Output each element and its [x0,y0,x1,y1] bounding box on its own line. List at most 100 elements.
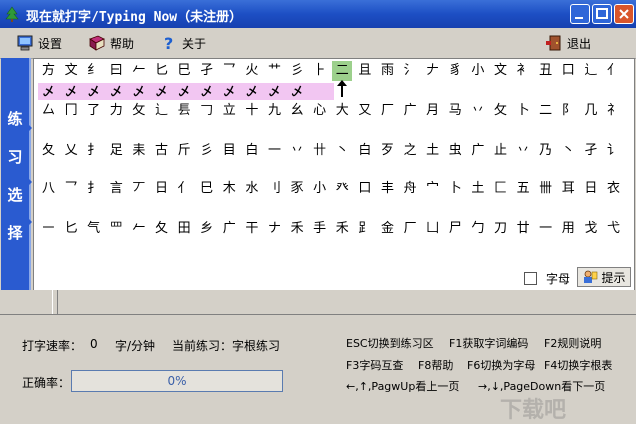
speed-label: 打字速率： [22,339,83,353]
grid-char: 扌 [87,181,101,196]
typed-mark: 乄 [269,85,280,98]
help-f3: F3字码互查 [346,359,404,372]
minimize-button[interactable] [570,4,590,24]
toolbar: 设置 帮助 ? 关于 退出 [0,28,636,59]
grid-char: 匕 [64,221,78,236]
grid-char: 金 [380,221,394,236]
grid-char: 耒 [132,143,146,158]
grid-char: 卜 [516,103,530,118]
grid-char: 匕 [154,63,168,78]
grid-char: 月 [426,103,440,118]
grid-char: 日 [584,181,598,196]
grid-char: 广 [222,221,236,236]
practice-select-sidebar[interactable]: 练 习 选 择 [1,58,32,290]
speed-unit: 字/分钟 [115,339,156,353]
grid-char: 八 [41,181,55,196]
grid-char: 土 [426,143,440,158]
grid-char: 一 [539,221,553,236]
grid-char: 舟 [403,181,417,196]
grid-char: 癶 [335,181,349,196]
grid-char: 白 [245,143,259,158]
grid-char: 乃 [539,143,553,158]
window-title: 现在就打字/Typing Now（未注册） [26,10,243,25]
grid-char: 之 [403,143,417,158]
grid-char: 足 [109,143,123,158]
letters-checkbox[interactable] [524,272,537,285]
grid-char: 厶 [41,103,55,118]
grid-char: 力 [109,103,123,118]
grid-char: 广 [403,103,417,118]
grid-char: 巳 [200,181,214,196]
typed-mark: 乄 [133,85,145,98]
grid-char: 乛 [64,181,78,196]
grid-char: 马 [448,103,462,118]
grid-char: 攵 [493,103,507,118]
grid-char: 口 [561,63,575,78]
grid-char: 讠 [606,143,620,158]
grid-char: 勹 [471,221,485,236]
help-button[interactable]: 帮助 [88,34,134,52]
grid-char: 小 [471,63,485,78]
grid-char: 弋 [606,221,620,236]
accuracy-progress-bar: 0% [71,370,283,392]
grid-char: 了 [87,103,101,118]
sidebar-arrow-icon [28,218,32,226]
grid-char: 丷 [516,143,530,158]
grid-char: 阝 [561,103,575,118]
about-button[interactable]: ? 关于 [160,34,206,52]
grid-char: 干 [245,221,259,236]
exit-button[interactable]: 退出 [545,34,591,52]
grid-char: 乂 [64,143,78,158]
grid-char: 乛 [222,63,236,78]
grid-char: 卜 [448,181,462,196]
grid-char: 豸 [448,63,462,78]
letters-label: 字母 [546,272,571,286]
grid-char: 口 [358,181,372,196]
close-button[interactable] [614,4,634,24]
grid-char: 又 [358,103,372,118]
grid-char: 纟 [87,63,101,78]
grid-char: 田 [177,221,191,236]
grid-char: 一 [267,143,281,158]
grid-char: 丑 [539,63,553,78]
grid-char: 彡 [290,63,304,78]
splitter-handle[interactable] [52,290,58,314]
question-mark-icon: ? [164,35,173,51]
grid-char: 丶 [335,143,349,158]
grid-char: 镸 [177,103,191,118]
hint-button[interactable]: 提示 [577,267,631,287]
accuracy-value: 0% [167,374,187,388]
practice-grid[interactable]: 方文纟曰 𠂉 匕巳孑乛火艹彡⺊二且雨氵 𠂇 豸小文衤丑口辶亻厶冂了力攵辶镸 𠃌 立十九幺心大… [33,58,635,268]
grid-char: 曰 [109,63,123,78]
grid-char: ナ [267,221,281,236]
grid-char: 五 [516,181,530,196]
about-label: 关于 [182,36,207,51]
grid-char: 攵 [132,103,146,118]
grid-char: 衤 [516,63,530,78]
hint-person-icon [584,270,598,283]
grid-char: 手 [313,221,327,236]
grid-char: 卄 [313,143,327,158]
help-label: 帮助 [110,36,135,51]
help-f1: F1获取字词编码 [449,337,529,350]
grid-char: 豕 [290,181,304,196]
grid-char: 丆 [132,181,146,196]
grid-char: 禾 [335,221,349,236]
typed-mark: 乄 [156,85,167,98]
settings-button[interactable]: 设置 [16,34,62,52]
grid-char: 夂 [154,221,168,236]
maximize-button[interactable] [592,4,612,24]
grid-char: 礻 [606,103,620,118]
grid-char: 𠃌 [200,103,214,118]
grid-char: 且 [358,63,372,78]
grid-char: 厂 [380,103,394,118]
computer-icon [17,35,33,51]
grid-char: 广 [471,143,485,158]
grid-char: 宀 [426,181,440,196]
grid-char: 刂 [267,181,281,196]
options-row: 字母 提示 [33,266,635,291]
typed-mark: 乄 [223,85,235,98]
help-esc: ESC切换到练习区 [346,337,434,350]
grid-char: 文 [64,63,78,78]
grid-char: 艹 [267,63,281,78]
